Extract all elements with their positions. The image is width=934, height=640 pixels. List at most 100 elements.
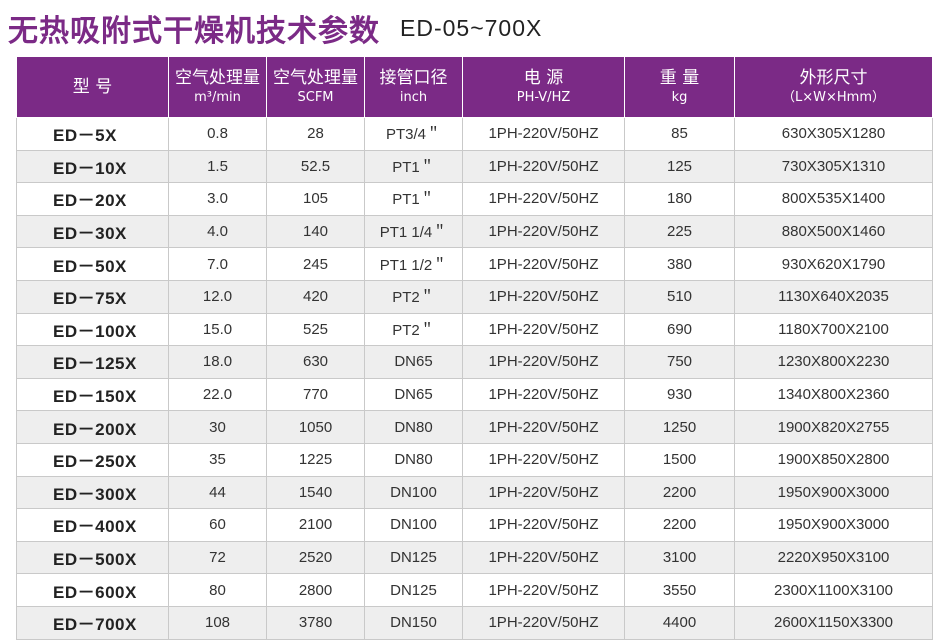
cell-flow-m3min: 72	[168, 540, 267, 575]
cell-flow-m3min: 4.0	[168, 214, 267, 249]
cell-power: 1PH-220V/50HZ	[462, 117, 625, 151]
cell-model: ED－600X	[16, 573, 169, 607]
cell-flow-scfm: 3780	[266, 605, 365, 640]
table-row: ED－75X 12.0 420 PT2＂ 1PH-220V/50HZ 510 1130X64…	[16, 279, 933, 314]
cell-weight: 690	[624, 312, 735, 347]
cell-model: ED－125X	[16, 345, 169, 379]
cell-weight: 1500	[624, 442, 735, 477]
table-header-row: 型 号 空气处理量 m³/min 空气处理量 SCFM 接管口径 inch 电 …	[16, 56, 933, 118]
cell-flow-scfm: 420	[266, 279, 365, 314]
page-header: 无热吸附式干燥机技术参数 ED-05~700X	[8, 6, 542, 50]
cell-weight: 225	[624, 214, 735, 249]
cell-flow-m3min: 44	[168, 475, 267, 510]
cell-pipe-size: PT1 1/2＂	[364, 247, 463, 281]
cell-model: ED－20X	[16, 182, 169, 216]
cell-flow-m3min: 60	[168, 508, 267, 542]
table-row: ED－10X 1.5 52.5 PT1＂ 1PH-220V/50HZ 125 730X305…	[16, 149, 933, 184]
cell-flow-m3min: 80	[168, 573, 267, 607]
spec-table: 型 号 空气处理量 m³/min 空气处理量 SCFM 接管口径 inch 电 …	[16, 56, 933, 640]
cell-flow-scfm: 1050	[266, 410, 365, 444]
table-row: ED－5X 0.8 28 PT3/4＂ 1PH-220V/50HZ 85 630X305X1…	[16, 117, 933, 151]
cell-dimensions: 800X535X1400	[734, 182, 933, 216]
table-row: ED－300X 44 1540 DN100 1PH-220V/50HZ 2200 1950X…	[16, 475, 933, 510]
cell-flow-m3min: 1.5	[168, 149, 267, 184]
cell-weight: 180	[624, 182, 735, 216]
cell-model: ED－200X	[16, 410, 169, 444]
table-row: ED－50X 7.0 245 PT1 1/2＂ 1PH-220V/50HZ 380 930X…	[16, 247, 933, 281]
cell-pipe-size: DN100	[364, 475, 463, 510]
cell-flow-m3min: 12.0	[168, 279, 267, 314]
cell-model: ED－500X	[16, 540, 169, 575]
cell-dimensions: 1130X640X2035	[734, 279, 933, 314]
cell-pipe-size: PT1＂	[364, 182, 463, 216]
cell-dimensions: 2300X1100X3100	[734, 573, 933, 607]
cell-pipe-size: PT1＂	[364, 149, 463, 184]
cell-flow-m3min: 7.0	[168, 247, 267, 281]
cell-flow-m3min: 22.0	[168, 377, 267, 412]
table-row: ED－100X 15.0 525 PT2＂ 1PH-220V/50HZ 690 1180X7…	[16, 312, 933, 347]
cell-pipe-size: DN125	[364, 573, 463, 607]
cell-pipe-size: DN80	[364, 410, 463, 444]
cell-flow-scfm: 2520	[266, 540, 365, 575]
cell-flow-m3min: 3.0	[168, 182, 267, 216]
table-row: ED－250X 35 1225 DN80 1PH-220V/50HZ 1500 1900X8…	[16, 442, 933, 477]
cell-model: ED－50X	[16, 247, 169, 281]
cell-weight: 1250	[624, 410, 735, 444]
cell-model: ED－250X	[16, 442, 169, 477]
col-header-power: 电 源 PH-V/HZ	[462, 56, 625, 118]
cell-weight: 3550	[624, 573, 735, 607]
table-row: ED－200X 30 1050 DN80 1PH-220V/50HZ 1250 1900X8…	[16, 410, 933, 444]
cell-dimensions: 630X305X1280	[734, 117, 933, 151]
cell-pipe-size: DN65	[364, 345, 463, 379]
cell-power: 1PH-220V/50HZ	[462, 442, 625, 477]
cell-pipe-size: DN65	[364, 377, 463, 412]
cell-flow-scfm: 770	[266, 377, 365, 412]
cell-flow-scfm: 525	[266, 312, 365, 347]
cell-flow-scfm: 140	[266, 214, 365, 249]
cell-weight: 750	[624, 345, 735, 379]
cell-power: 1PH-220V/50HZ	[462, 345, 625, 379]
col-header-weight: 重 量 kg	[624, 56, 735, 118]
cell-power: 1PH-220V/50HZ	[462, 182, 625, 216]
cell-weight: 510	[624, 279, 735, 314]
cell-power: 1PH-220V/50HZ	[462, 279, 625, 314]
cell-dimensions: 1900X850X2800	[734, 442, 933, 477]
cell-power: 1PH-220V/50HZ	[462, 247, 625, 281]
cell-pipe-size: DN125	[364, 540, 463, 575]
cell-weight: 2200	[624, 508, 735, 542]
col-header-model: 型 号	[16, 56, 169, 118]
cell-power: 1PH-220V/50HZ	[462, 540, 625, 575]
cell-model: ED－400X	[16, 508, 169, 542]
cell-flow-m3min: 0.8	[168, 117, 267, 151]
cell-power: 1PH-220V/50HZ	[462, 475, 625, 510]
cell-dimensions: 1950X900X3000	[734, 508, 933, 542]
cell-model: ED－300X	[16, 475, 169, 510]
col-header-dimensions: 外形尺寸 （L×W×Hmm）	[734, 56, 933, 118]
cell-flow-m3min: 35	[168, 442, 267, 477]
cell-flow-scfm: 245	[266, 247, 365, 281]
cell-dimensions: 1950X900X3000	[734, 475, 933, 510]
cell-weight: 380	[624, 247, 735, 281]
cell-power: 1PH-220V/50HZ	[462, 508, 625, 542]
cell-flow-scfm: 1225	[266, 442, 365, 477]
table-row: ED－20X 3.0 105 PT1＂ 1PH-220V/50HZ 180 800X535X…	[16, 182, 933, 216]
model-range-title: ED-05~700X	[400, 14, 543, 41]
cell-model: ED－10X	[16, 149, 169, 184]
cell-dimensions: 1340X800X2360	[734, 377, 933, 412]
table-row: ED－400X 60 2100 DN100 1PH-220V/50HZ 2200 1950X…	[16, 508, 933, 542]
cell-model: ED－700X	[16, 605, 169, 640]
cell-model: ED－5X	[16, 117, 169, 151]
cell-model: ED－30X	[16, 214, 169, 249]
cell-power: 1PH-220V/50HZ	[462, 214, 625, 249]
cell-pipe-size: PT2＂	[364, 312, 463, 347]
cell-power: 1PH-220V/50HZ	[462, 410, 625, 444]
table-row: ED－150X 22.0 770 DN65 1PH-220V/50HZ 930 1340X8…	[16, 377, 933, 412]
cell-dimensions: 2220X950X3100	[734, 540, 933, 575]
cell-pipe-size: PT2＂	[364, 279, 463, 314]
cell-flow-m3min: 30	[168, 410, 267, 444]
cell-flow-m3min: 15.0	[168, 312, 267, 347]
cell-power: 1PH-220V/50HZ	[462, 312, 625, 347]
page-title: 无热吸附式干燥机技术参数	[8, 14, 380, 49]
cell-dimensions: 1180X700X2100	[734, 312, 933, 347]
cell-pipe-size: DN80	[364, 442, 463, 477]
